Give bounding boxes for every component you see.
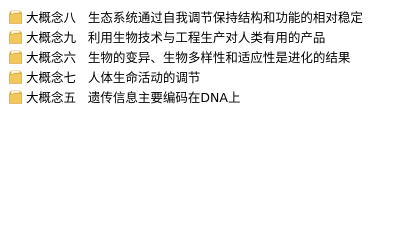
folder-name: 大概念九 利用生物技术与工程生产对人类有用的产品: [26, 30, 326, 45]
folder-icon: [9, 69, 26, 88]
folder-item-concept-6[interactable]: 大概念六 生物的变异、生物多样性和适应性是进化的结果: [9, 48, 405, 68]
folder-icon: [9, 49, 26, 68]
folder-name: 大概念七 人体生命活动的调节: [26, 70, 201, 85]
folder-name: 大概念八 生态系统通过自我调节保持结构和功能的相对稳定: [26, 10, 363, 25]
folder-icon: [9, 9, 26, 28]
folder-item-concept-7[interactable]: 大概念七 人体生命活动的调节: [9, 68, 405, 88]
file-list: 大概念八 生态系统通过自我调节保持结构和功能的相对稳定 大概念九 利用生物技术与…: [9, 8, 405, 108]
folder-name: 大概念六 生物的变异、生物多样性和适应性是进化的结果: [26, 50, 351, 65]
folder-item-concept-5[interactable]: 大概念五 遗传信息主要编码在DNA上: [9, 88, 405, 108]
folder-item-concept-8[interactable]: 大概念八 生态系统通过自我调节保持结构和功能的相对稳定: [9, 8, 405, 28]
folder-item-concept-9[interactable]: 大概念九 利用生物技术与工程生产对人类有用的产品: [9, 28, 405, 48]
folder-name: 大概念五 遗传信息主要编码在DNA上: [26, 90, 241, 105]
folder-icon: [9, 29, 26, 48]
folder-icon: [9, 89, 26, 108]
